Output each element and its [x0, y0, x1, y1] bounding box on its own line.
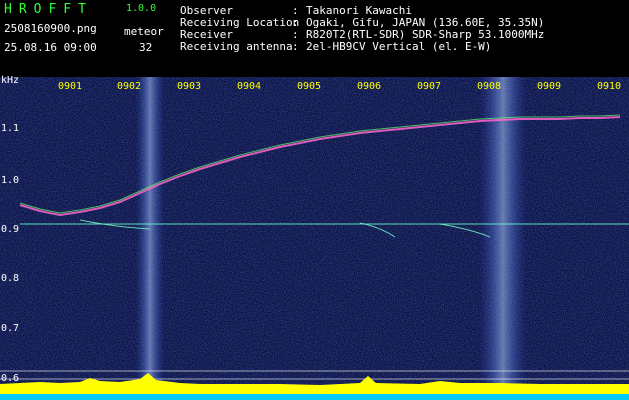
time-tick: 0909	[537, 81, 562, 92]
time-tick: 0907	[417, 81, 442, 92]
file-name: 2508160900.png	[4, 22, 97, 35]
freq-tick: 1.0	[1, 175, 20, 186]
power-baseline	[0, 394, 629, 400]
antenna-colon: :	[292, 40, 299, 53]
meteor-count: 32	[139, 41, 153, 54]
freq-tick: 0.8	[1, 273, 20, 284]
time-tick: 0906	[357, 81, 382, 92]
freq-tick: 1.1	[1, 123, 20, 134]
freq-tick: 0.7	[1, 323, 20, 334]
capture-datetime: 25.08.16 09:00	[4, 41, 97, 54]
meteor-label: meteor	[124, 25, 164, 38]
time-tick: 0910	[597, 81, 622, 92]
time-tick: 0901	[58, 81, 83, 92]
time-tick: 0904	[237, 81, 262, 92]
meteor-burst-band	[480, 77, 526, 400]
antenna-value: 2el-HB9CV Vertical (el. E-W)	[306, 40, 492, 53]
freq-tick: 0.9	[1, 224, 20, 235]
time-tick: 0902	[117, 81, 142, 92]
meteor-burst-band	[136, 77, 164, 400]
app-logo: HROFFT	[4, 2, 93, 17]
app-version: 1.0.0	[126, 3, 157, 14]
spectrogram-plot	[0, 77, 629, 400]
time-tick: 0905	[297, 81, 322, 92]
hrofft-window: HROFFT 1.0.0 2508160900.png 25.08.16 09:…	[0, 0, 629, 400]
spectrogram-noise	[0, 77, 629, 400]
antenna-label: Receiving antenna	[180, 40, 293, 53]
time-tick: 0908	[477, 81, 502, 92]
frequency-unit-label: kHz	[1, 75, 20, 86]
time-tick: 0903	[177, 81, 202, 92]
spectrogram	[0, 77, 629, 400]
freq-tick: 0.6	[1, 373, 20, 384]
